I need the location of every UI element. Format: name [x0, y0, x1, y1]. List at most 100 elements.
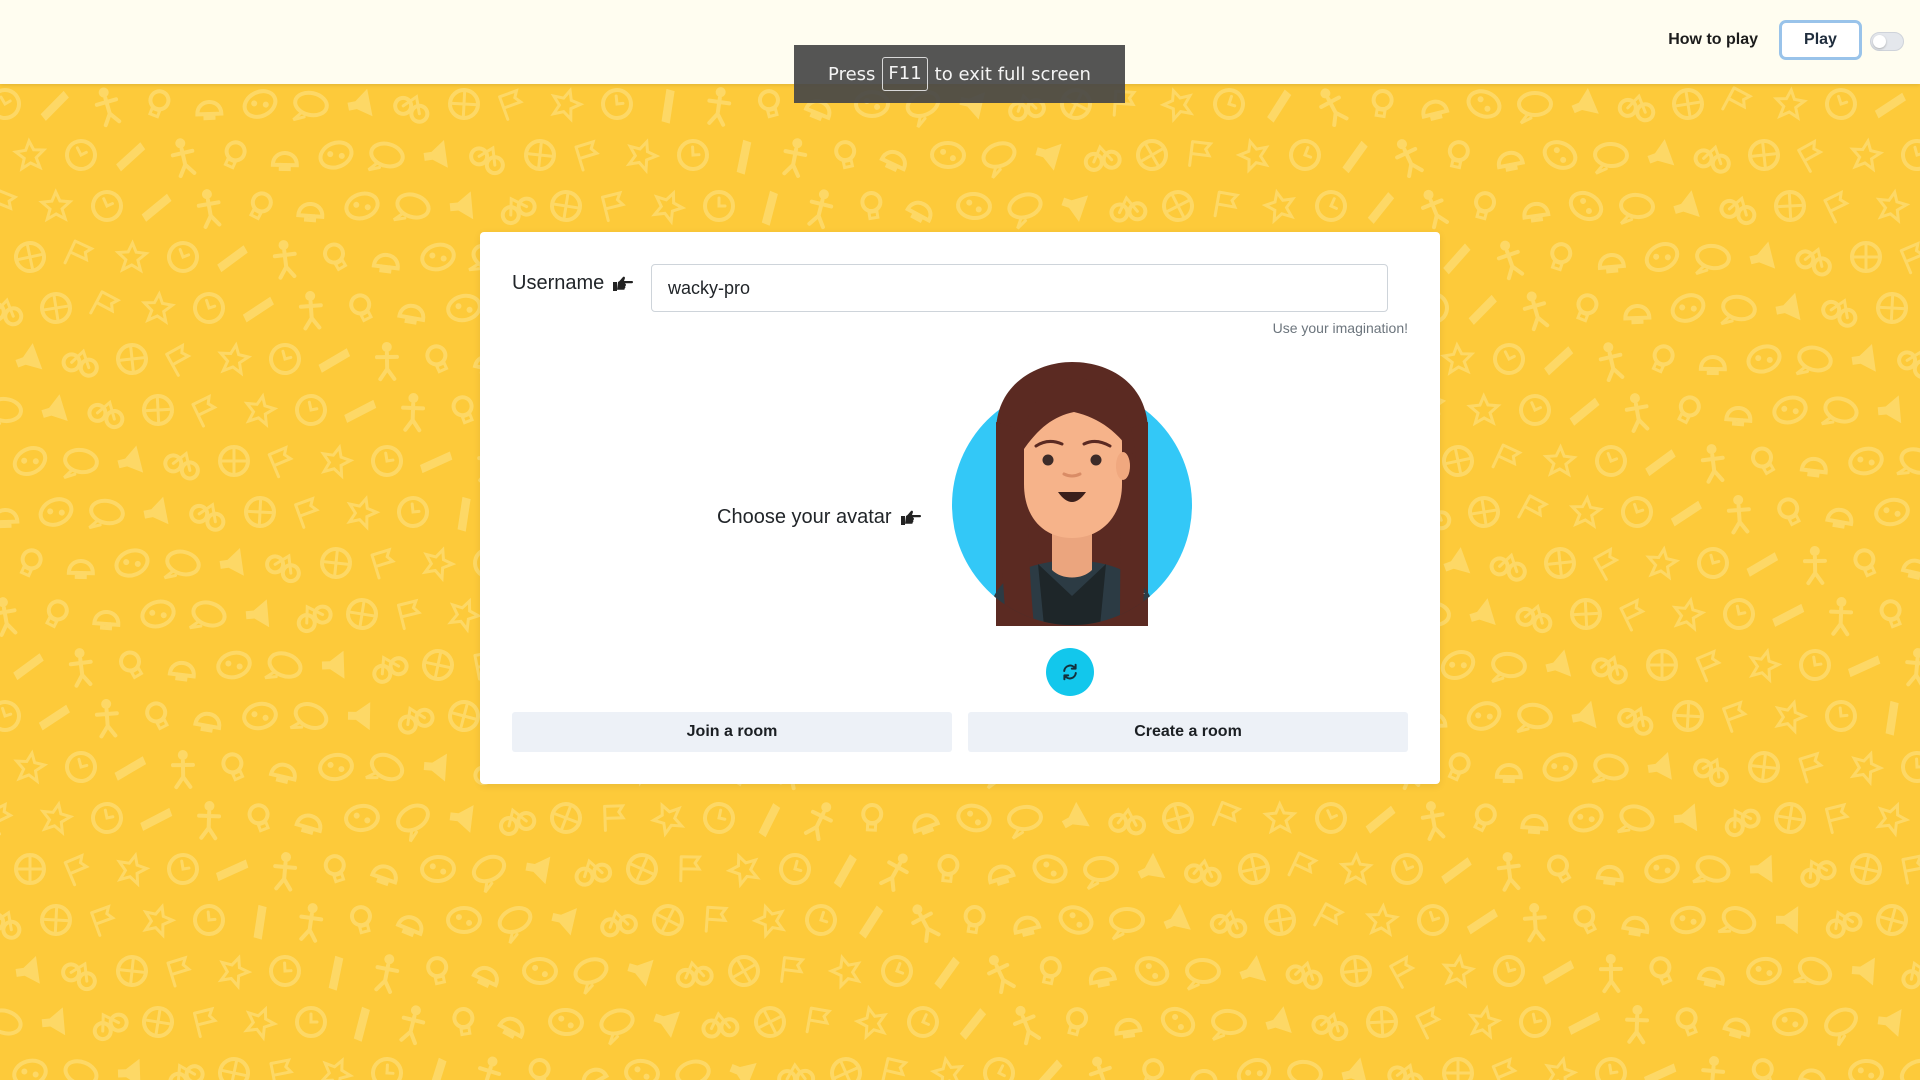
doodle-icon	[1545, 649, 1572, 677]
doodle-icon	[679, 855, 703, 883]
doodle-icon	[1775, 292, 1801, 321]
create-room-button[interactable]: Create a room	[968, 712, 1408, 752]
doodle-icon	[1544, 1055, 1579, 1080]
doodle-icon	[269, 955, 301, 987]
avatar-image[interactable]	[950, 362, 1194, 626]
theme-toggle[interactable]	[1870, 32, 1904, 51]
doodle-icon	[15, 956, 40, 984]
refresh-avatar-button[interactable]	[1046, 648, 1094, 696]
doodle-icon	[38, 497, 74, 527]
doodle-icon	[701, 1011, 740, 1039]
doodle-icon	[1797, 138, 1824, 173]
doodle-icon	[1647, 139, 1675, 166]
doodle-icon	[1287, 1059, 1323, 1080]
doodle-icon	[14, 853, 46, 885]
doodle-icon	[1491, 1057, 1518, 1080]
doodle-icon	[1695, 649, 1722, 683]
doodle-icon	[116, 343, 148, 375]
doodle-icon	[116, 851, 151, 888]
doodle-icon	[318, 348, 351, 373]
doodle-icon	[1820, 396, 1859, 426]
doodle-icon	[447, 597, 483, 634]
username-input[interactable]	[651, 264, 1388, 312]
doodle-icon	[91, 802, 123, 834]
doodle-icon	[426, 956, 449, 986]
doodle-icon	[12, 446, 48, 476]
doodle-icon	[1032, 854, 1068, 884]
doodle-icon	[1798, 751, 1824, 784]
doodle-icon	[1644, 1063, 1677, 1080]
doodle-icon	[574, 139, 600, 172]
doodle-icon	[930, 140, 966, 170]
doodle-icon	[253, 904, 267, 940]
doodle-icon	[1441, 953, 1477, 989]
doodle-icon	[273, 852, 298, 892]
doodle-icon	[551, 908, 577, 936]
doodle-icon	[1571, 87, 1599, 114]
play-button[interactable]: Play	[1779, 20, 1862, 60]
doodle-icon	[1061, 195, 1089, 222]
doodle-icon	[60, 1059, 99, 1080]
doodle-icon	[987, 864, 1016, 887]
doodle-icon	[38, 704, 70, 731]
doodle-icon	[397, 706, 435, 735]
doodle-icon	[1647, 752, 1672, 780]
doodle-icon	[1746, 552, 1779, 577]
doodle-icon	[192, 1006, 218, 1039]
doodle-icon	[1746, 344, 1782, 374]
doodle-icon	[1338, 851, 1374, 886]
doodle-icon	[267, 445, 294, 479]
doodle-icon	[117, 1058, 141, 1080]
doodle-icon	[601, 88, 633, 120]
doodle-icon	[1420, 189, 1449, 230]
doodle-icon	[452, 1007, 475, 1037]
fullscreen-key: F11	[882, 57, 928, 91]
doodle-icon	[393, 94, 430, 124]
username-label: Username	[512, 272, 605, 294]
fullscreen-notice: Press F11 to exit full screen	[794, 45, 1125, 103]
how-to-play-link[interactable]: How to play	[1668, 31, 1758, 49]
doodle-icon	[1542, 443, 1578, 478]
avatar-label: Choose your avatar	[717, 506, 892, 528]
doodle-icon	[66, 559, 95, 580]
doodle-icon	[1598, 954, 1623, 994]
doodle-icon	[675, 1059, 711, 1080]
doodle-icon	[1189, 1069, 1218, 1080]
doodle-icon	[550, 802, 582, 834]
doodle-icon	[1724, 406, 1753, 427]
doodle-icon	[1522, 202, 1551, 223]
doodle-icon	[1876, 292, 1908, 324]
doodle-icon	[264, 651, 303, 680]
doodle-icon	[1109, 907, 1145, 941]
doodle-icon	[371, 445, 403, 477]
doodle-icon	[1793, 956, 1833, 986]
doodle-icon	[1672, 88, 1704, 120]
doodle-icon	[934, 956, 960, 990]
doodle-icon	[1901, 751, 1920, 783]
doodle-icon	[347, 702, 371, 731]
doodle-icon	[1877, 1009, 1902, 1037]
doodle-icon	[1364, 902, 1400, 938]
doodle-icon	[243, 1005, 279, 1042]
doodle-icon	[40, 90, 69, 121]
point-right-icon	[900, 510, 921, 525]
join-room-button[interactable]: Join a room	[512, 712, 952, 752]
doodle-icon	[13, 749, 49, 785]
doodle-icon	[40, 292, 72, 324]
doodle-icon	[1901, 960, 1920, 990]
doodle-icon	[959, 1008, 987, 1040]
doodle-icon	[1721, 86, 1754, 111]
doodle-icon	[1517, 91, 1553, 125]
doodle-icon	[422, 649, 454, 681]
doodle-icon	[1035, 1059, 1063, 1080]
doodle-icon	[725, 852, 761, 889]
doodle-icon	[163, 549, 201, 580]
doodle-icon	[41, 1007, 66, 1036]
doodle-icon	[216, 650, 252, 680]
doodle-icon	[245, 599, 270, 628]
doodle-icon	[911, 904, 941, 943]
doodle-icon	[1493, 955, 1525, 987]
doodle-icon	[881, 955, 913, 987]
doodle-icon	[0, 508, 20, 529]
doodle-icon	[367, 141, 405, 172]
